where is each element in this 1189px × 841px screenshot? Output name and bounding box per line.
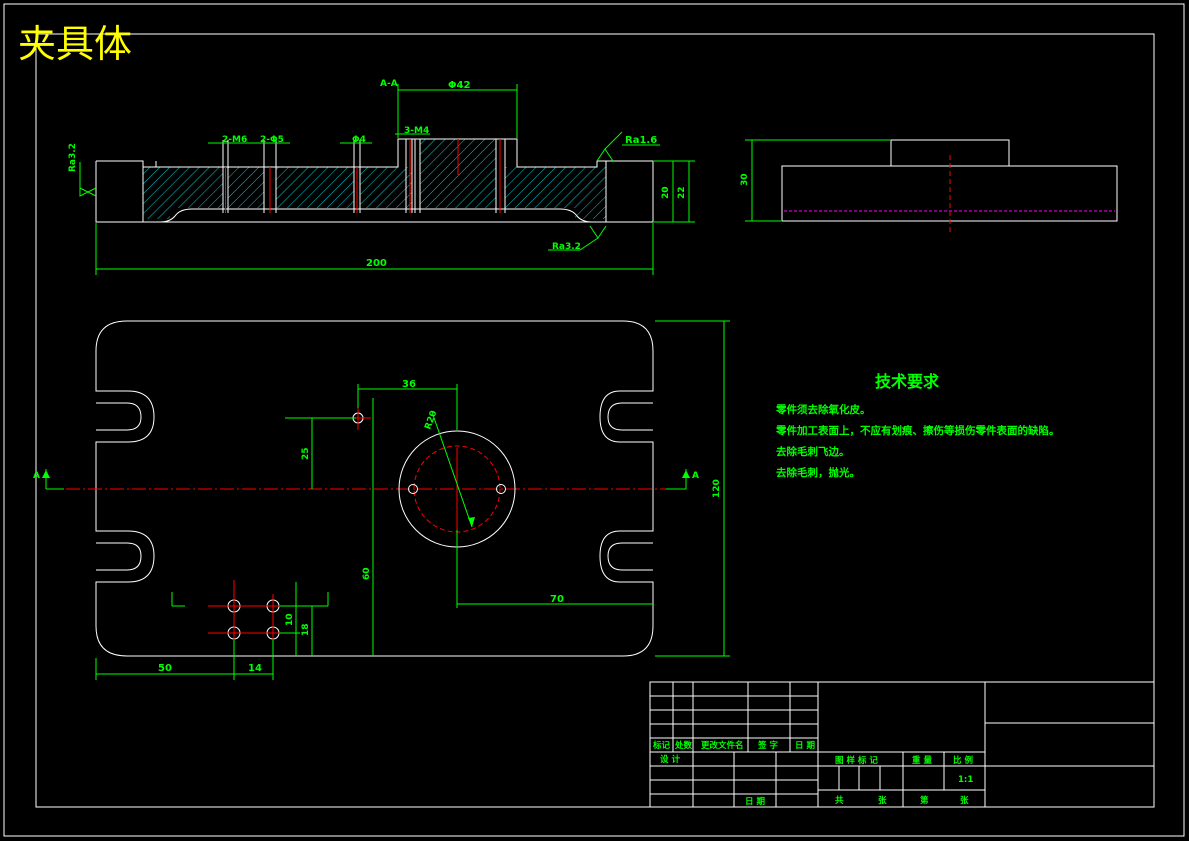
col-sign: 签 字 xyxy=(757,740,778,751)
tech-req-item: 去除毛刺飞边。 xyxy=(776,445,850,458)
tech-req-item: 零件加工表面上，不应有划痕、擦伤等损伤零件表面的缺陷。 xyxy=(775,424,1060,437)
outer-border xyxy=(3,3,1185,837)
dim-height-22: 22 xyxy=(677,186,687,199)
dim-50: 50 xyxy=(158,663,172,674)
roughness-left: Ra3.2 xyxy=(68,143,78,172)
dim-10: 10 xyxy=(285,613,295,626)
col-doc: 更改文件名 xyxy=(701,740,744,751)
side-view: 30 xyxy=(740,139,1118,232)
tech-req-item: 去除毛刺，抛光。 xyxy=(776,466,860,479)
sheets-total: 共 xyxy=(835,795,844,806)
scale-value: 1:1 xyxy=(958,775,973,785)
col-mark: 标记 xyxy=(652,740,671,751)
tech-req-item: 零件须去除氧化皮。 xyxy=(775,403,871,416)
section-view: Φ42 A-A 2-M6 2-Φ5 Φ4 3-M4 Ra3.2 Ra1.6 Ra… xyxy=(68,79,695,275)
sheet-num: 第 xyxy=(920,795,929,806)
view-marker-right: A xyxy=(692,471,699,481)
dim-holes-left: 2-Φ5 xyxy=(260,135,284,145)
tech-requirements: 技术要求 零件须去除氧化皮。 零件加工表面上，不应有划痕、擦伤等损伤零件表面的缺… xyxy=(775,372,1060,479)
inner-border xyxy=(35,33,1155,808)
weight-label: 重 量 xyxy=(912,755,932,766)
dim-70: 70 xyxy=(550,594,564,605)
dim-18: 18 xyxy=(301,623,311,636)
drawing-canvas: 夹具体 Φ42 A-A 2-M6 2-Φ5 Φ4 3-M4 Ra3.2 Ra1.… xyxy=(3,3,1185,837)
plan-view: A A R20 36 25 60 70 120 10 18 50 14 xyxy=(33,320,730,680)
approve-label: 日 期 xyxy=(745,796,765,807)
dim-bore-dia: Φ42 xyxy=(448,80,470,91)
roughness-bottom: Ra3.2 xyxy=(552,242,581,252)
dim-60: 60 xyxy=(362,567,372,580)
tech-req-heading: 技术要求 xyxy=(875,372,940,391)
view-marker-left: A xyxy=(33,471,40,481)
dim-height-30: 30 xyxy=(740,173,750,186)
dim-120: 120 xyxy=(712,479,722,498)
dim-height-20: 20 xyxy=(661,186,671,199)
dim-thread-right: 3-M4 xyxy=(404,126,429,136)
dim-hole-single: Φ4 xyxy=(352,135,366,145)
title-block: 标记 处数 更改文件名 签 字 日 期 设 计 日 期 图 样 标 记 重 量 … xyxy=(649,681,1155,808)
col-count: 处数 xyxy=(674,740,693,751)
design-label: 设 计 xyxy=(660,754,680,765)
dim-thread-left: 2-M6 xyxy=(222,135,247,145)
section-label: A-A xyxy=(380,79,398,89)
dim-length: 200 xyxy=(366,258,387,269)
sheet-label: 张 xyxy=(878,796,887,806)
dim-14: 14 xyxy=(248,663,262,674)
dim-25: 25 xyxy=(301,447,311,460)
scale-label: 比 例 xyxy=(953,755,973,766)
dim-36: 36 xyxy=(402,379,416,390)
stage-label: 图 样 标 记 xyxy=(835,755,878,766)
drawing-title: 夹具体 xyxy=(18,22,132,66)
sheet-label-2: 张 xyxy=(960,796,969,806)
roughness-top-right: Ra1.6 xyxy=(625,135,657,146)
col-date: 日 期 xyxy=(795,740,815,751)
